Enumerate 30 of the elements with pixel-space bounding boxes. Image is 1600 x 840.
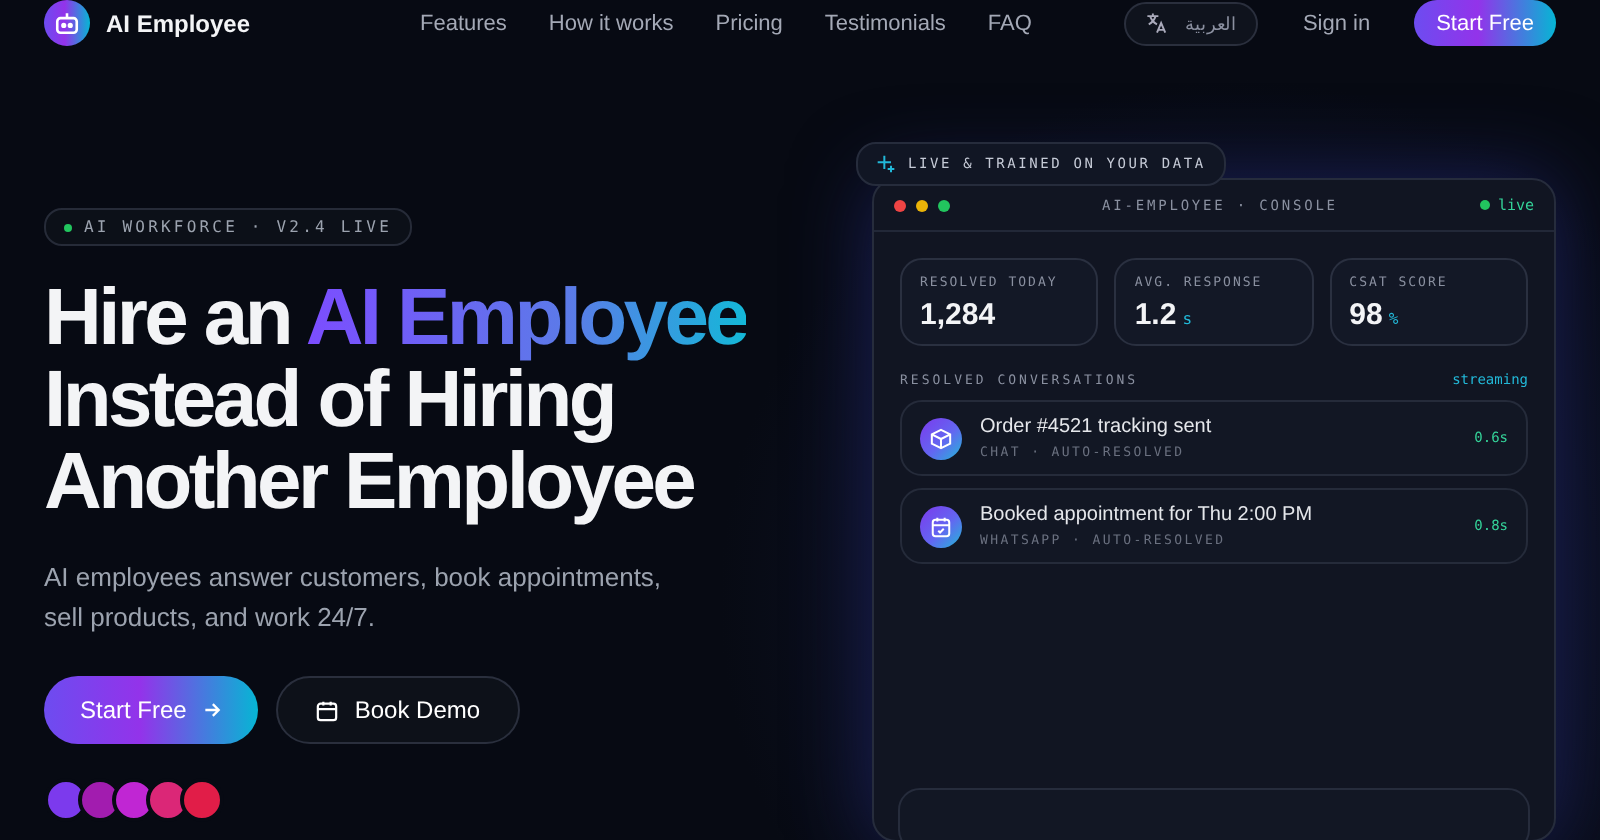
brand-name: AI Employee bbox=[106, 9, 251, 37]
calendar-icon bbox=[316, 699, 339, 721]
nav-link[interactable]: Testimonials bbox=[824, 11, 946, 35]
version-badge: AI WORKFORCE · V2.4 LIVE bbox=[44, 208, 412, 246]
package-icon bbox=[920, 417, 962, 459]
stat-value: 1.2 bbox=[1134, 298, 1177, 332]
language-button[interactable]: العربية bbox=[1124, 1, 1259, 45]
sparkle-icon bbox=[876, 154, 896, 174]
calendar-icon bbox=[920, 505, 962, 547]
stat-unit: s bbox=[1182, 310, 1193, 328]
stat-unit: % bbox=[1388, 310, 1399, 328]
hero-heading: Hire an AI Employee Instead of Hiring Another Employee bbox=[44, 278, 747, 524]
status-dot bbox=[1479, 200, 1490, 210]
stat-value: 98 bbox=[1349, 298, 1383, 332]
nav-link[interactable]: How it works bbox=[548, 11, 674, 35]
robot-icon bbox=[44, 0, 90, 46]
start-free-button[interactable]: Start Free bbox=[1414, 0, 1556, 46]
stat-value: 1,284 bbox=[920, 298, 996, 332]
book-demo-button[interactable]: Book Demo bbox=[276, 676, 521, 744]
nav-link[interactable]: Features bbox=[420, 11, 507, 35]
nav-link[interactable]: Pricing bbox=[715, 11, 783, 35]
conversation-title: Booked appointment for Thu 2:00 PM bbox=[980, 504, 1315, 526]
status-dot bbox=[64, 223, 72, 231]
hero-description: AI employees answer customers, book appointments, sell products, and work 24/7. bbox=[44, 560, 664, 636]
start-free-button[interactable]: Start Free bbox=[44, 676, 259, 744]
conversation-title: Order #4521 tracking sent bbox=[980, 416, 1214, 438]
translate-icon bbox=[1146, 12, 1169, 34]
nav-link[interactable]: FAQ bbox=[987, 11, 1032, 35]
arrow-right-icon bbox=[202, 700, 223, 720]
sign-in-link[interactable]: Sign in bbox=[1290, 9, 1383, 37]
